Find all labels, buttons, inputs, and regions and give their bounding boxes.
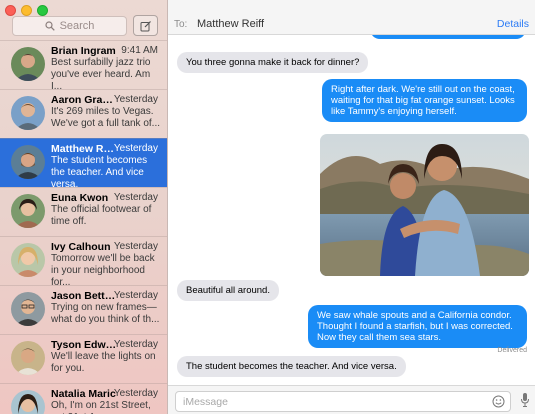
contact-name: Aaron Grave... [51,94,117,106]
conversation-item[interactable]: Euna Kwon Yesterday The official footwea… [0,187,167,236]
emoji-icon[interactable] [492,395,505,408]
timestamp: Yesterday [113,143,158,154]
message-preview: Oh, I'm on 21st Street, not 21st Avenue. [51,400,151,414]
conversation-item[interactable]: Brian Ingram 9:41 AM Best surfabilly jaz… [0,40,167,92]
message-preview: The student becomes the teacher. And vic… [51,155,148,190]
avatar [11,243,45,277]
photo-attachment[interactable] [320,134,529,276]
message-preview: Trying on new frames— what do you think … [51,302,160,325]
timestamp: Yesterday [113,94,158,105]
avatar [11,390,45,414]
timestamp: Yesterday [113,388,158,399]
timestamp: Yesterday [113,241,158,252]
timestamp: Yesterday [113,290,158,301]
avatar [11,47,45,81]
message-preview: Best surfabilly jazz trio you've ever he… [51,57,151,92]
message-bubble-incoming: The student becomes the teacher. And vic… [177,356,406,377]
delivered-status: Delivered [497,347,527,354]
to-label: To: [174,19,188,30]
message-preview: We'll leave the lights on for you. [51,351,156,374]
conversation-list: Brian Ingram 9:41 AM Best surfabilly jaz… [0,40,167,414]
search-field[interactable]: Search [12,16,127,36]
conversation-item[interactable]: Natalia Maric Yesterday Oh, I'm on 21st … [0,383,167,414]
recipient-name[interactable]: Matthew Reiff [197,18,264,30]
conversation-header: To: Matthew Reiff Details [168,0,535,35]
details-button[interactable]: Details [497,18,529,30]
avatar [11,145,45,179]
contact-name: Brian Ingram [51,45,116,57]
contact-name: Jason Bettin... [51,290,117,302]
contact-name: Euna Kwon [51,192,109,204]
message-bubble-outgoing: Right after dark. We're still out on the… [322,79,527,122]
message-preview: It's 269 miles to Vegas. We've got a ful… [51,106,161,129]
message-transcript: You three gonna make it back for dinner?… [168,35,535,385]
message-bubble-incoming: Beautiful all around. [177,280,279,301]
input-bar: iMessage [168,385,535,414]
timestamp: Yesterday [113,192,158,203]
message-input-placeholder: iMessage [183,396,228,408]
microphone-icon[interactable] [520,392,530,408]
contact-name: Tyson Edwar... [51,339,117,351]
conversation-item[interactable]: Aaron Grave... Yesterday It's 269 miles … [0,89,167,138]
conversation-item[interactable]: Tyson Edwar... Yesterday We'll leave the… [0,334,167,383]
message-input[interactable]: iMessage [175,391,511,412]
contact-name: Natalia Maric [51,388,116,400]
message-bubble-outgoing: We saw whale spouts and a California con… [308,305,527,348]
message-bubble-incoming: You three gonna make it back for dinner? [177,52,369,73]
message-preview: Tomorrow we'll be back in your neighborh… [51,253,155,288]
avatar [11,292,45,326]
timestamp: Yesterday [113,339,158,350]
conversation-item-selected[interactable]: Matthew Reiff Yesterday The student beco… [0,138,167,190]
contact-name: Ivy Calhoun [51,241,111,253]
search-icon [44,21,55,31]
search-placeholder: Search [59,20,95,32]
close-window-button[interactable] [5,5,16,16]
avatar [11,341,45,375]
window-controls [5,5,48,16]
messages-window: Search Brian Ingram 9:41 AM Best surfabi… [0,0,535,414]
zoom-window-button[interactable] [37,5,48,16]
message-bubble-outgoing [370,35,526,39]
avatar [11,96,45,130]
contact-name: Matthew Reiff [51,143,117,155]
avatar [11,194,45,228]
photo-image [320,134,529,276]
minimize-window-button[interactable] [21,5,32,16]
compose-button[interactable] [133,15,158,36]
sidebar: Search Brian Ingram 9:41 AM Best surfabi… [0,0,168,414]
timestamp: 9:41 AM [121,45,158,56]
conversation-item[interactable]: Jason Bettin... Yesterday Trying on new … [0,285,167,334]
conversation-item[interactable]: Ivy Calhoun Yesterday Tomorrow we'll be … [0,236,167,288]
compose-icon [140,20,151,31]
message-preview: The official footwear of time off. [51,204,152,227]
